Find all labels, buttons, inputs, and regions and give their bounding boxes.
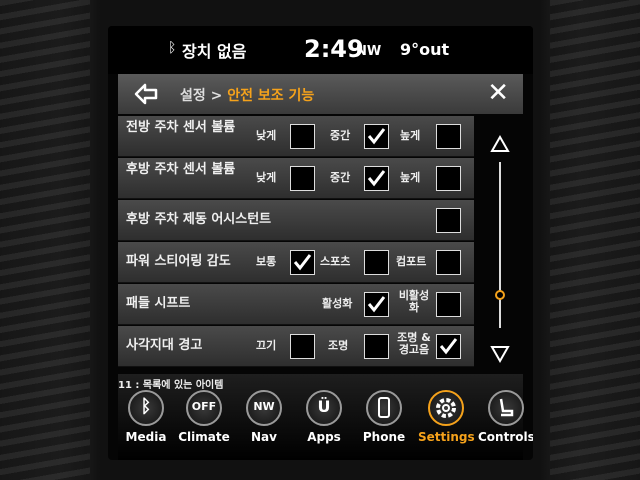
row-label: 사각지대 경고 bbox=[126, 338, 203, 353]
row-label: 후방 주차 제동 어시스턴트 bbox=[126, 212, 272, 227]
nav-label: Settings bbox=[418, 430, 475, 444]
nav-label: Climate bbox=[178, 430, 230, 444]
nav-phone[interactable]: Phone bbox=[356, 390, 412, 460]
checkbox-steering-comfort[interactable] bbox=[436, 250, 461, 275]
nav-label: Apps bbox=[307, 430, 341, 444]
nav-media[interactable]: ᛒ Media bbox=[118, 390, 174, 460]
checkbox-rear-mid[interactable] bbox=[364, 166, 389, 191]
row-label: 후방 주차 센서 볼륨 bbox=[126, 162, 236, 177]
page-header: 설정 > 안전 보조 기능 ✕ bbox=[118, 74, 523, 114]
checkbox-front-mid[interactable] bbox=[364, 124, 389, 149]
bluetooth-icon: ᛒ bbox=[168, 40, 177, 56]
checkbox-rear-low[interactable] bbox=[290, 166, 315, 191]
left-air-vent bbox=[0, 0, 90, 480]
scroll-down-icon[interactable] bbox=[490, 344, 510, 364]
nav-label: Media bbox=[125, 430, 167, 444]
check-icon bbox=[439, 338, 458, 355]
right-air-vent bbox=[550, 0, 640, 480]
row-label: 전방 주차 센서 볼륨 bbox=[126, 120, 236, 135]
climate-glyph: OFF bbox=[191, 400, 217, 413]
gear-icon bbox=[428, 390, 464, 426]
scroll-track[interactable] bbox=[499, 162, 501, 328]
back-arrow-icon[interactable] bbox=[132, 80, 160, 108]
check-icon bbox=[293, 254, 312, 271]
clock: 2:49 bbox=[304, 35, 364, 63]
bluetooth-status: 장치 없음 bbox=[182, 42, 247, 61]
checkbox-blindspot-off[interactable] bbox=[290, 334, 315, 359]
scroll-thumb[interactable] bbox=[495, 290, 505, 300]
nav-label: Phone bbox=[362, 430, 406, 444]
checkbox-steering-sport[interactable] bbox=[364, 250, 389, 275]
seat-icon bbox=[488, 390, 524, 426]
close-icon[interactable]: ✕ bbox=[487, 78, 509, 108]
option-label: 활성화 bbox=[322, 297, 353, 310]
breadcrumb: 설정 > 안전 보조 기능 bbox=[180, 85, 314, 105]
nav-glyph: NW bbox=[253, 400, 275, 413]
list-item-power-steering: 파워 스티어링 감도 보통 스포츠 컴포트 bbox=[118, 242, 474, 283]
option-label: 낮게 bbox=[256, 171, 277, 184]
row-label: 패들 시프트 bbox=[126, 296, 191, 311]
nav-label: Nav bbox=[251, 430, 277, 444]
option-label: 중간 bbox=[330, 129, 351, 142]
bluetooth-icon: ᛒ bbox=[128, 390, 164, 426]
option-label: 높게 bbox=[400, 129, 421, 142]
option-label: 중간 bbox=[330, 171, 351, 184]
nav-climate[interactable]: OFF Climate bbox=[176, 390, 232, 460]
check-icon bbox=[367, 296, 386, 313]
option-label: 높게 bbox=[400, 171, 421, 184]
bottom-nav: 11 : 목록에 있는 아이템 ᛒ Media OFF Climate NW N… bbox=[118, 374, 533, 460]
checkbox-paddle-off[interactable] bbox=[436, 292, 461, 317]
checkbox-blindspot-light-sound[interactable] bbox=[436, 334, 461, 359]
compass-direction: NW bbox=[356, 44, 382, 59]
checkbox-rear-high[interactable] bbox=[436, 166, 461, 191]
checkbox-front-low[interactable] bbox=[290, 124, 315, 149]
scrollbar[interactable] bbox=[480, 118, 520, 374]
scroll-up-icon[interactable] bbox=[490, 134, 510, 154]
nav-apps[interactable]: Ü Apps bbox=[296, 390, 352, 460]
nav-controls[interactable]: Controls bbox=[478, 390, 533, 460]
list-item-front-park-volume: 전방 주차 센서 볼륨 낮게 중간 높게 bbox=[118, 116, 474, 157]
checkbox-paddle-on[interactable] bbox=[364, 292, 389, 317]
option-label: 비활성화 bbox=[398, 289, 430, 314]
outside-temperature: 9°out bbox=[400, 40, 450, 59]
option-label: 조명 bbox=[328, 339, 349, 352]
checkbox-steering-normal[interactable] bbox=[290, 250, 315, 275]
option-label: 컴포트 bbox=[396, 255, 427, 268]
checkbox-front-high[interactable] bbox=[436, 124, 461, 149]
check-icon bbox=[367, 128, 386, 145]
dashboard-bezel: ᛒ 장치 없음 2:49 NW 9°out 설정 > 안전 보조 기능 ✕ 전방… bbox=[0, 0, 640, 480]
option-label: 스포츠 bbox=[320, 255, 351, 268]
checkbox-rear-brake-assist[interactable] bbox=[436, 208, 461, 233]
option-label: 조명 & 경고음 bbox=[397, 331, 431, 356]
option-label: 낮게 bbox=[256, 129, 277, 142]
option-label: 보통 bbox=[256, 255, 277, 268]
list-item-rear-park-volume: 후방 주차 센서 볼륨 낮게 중간 높게 bbox=[118, 158, 474, 199]
page-title: 안전 보조 기능 bbox=[227, 88, 315, 104]
breadcrumb-parent: 설정 > bbox=[180, 88, 228, 104]
nav-label: Controls bbox=[478, 430, 533, 444]
row-label: 파워 스티어링 감도 bbox=[126, 254, 231, 269]
settings-list: 전방 주차 센서 볼륨 낮게 중간 높게 후방 주차 센서 볼륨 낮게 중간 높… bbox=[118, 116, 474, 374]
phone-icon bbox=[366, 390, 402, 426]
nav-settings[interactable]: Settings bbox=[418, 390, 475, 460]
nav-nav[interactable]: NW Nav bbox=[236, 390, 292, 460]
nav-icon: NW bbox=[246, 390, 282, 426]
apps-glyph: Ü bbox=[317, 397, 331, 416]
list-item-paddle-shift: 패들 시프트 활성화 비활성화 bbox=[118, 284, 474, 325]
item-count: 11 : 목록에 있는 아이템 bbox=[118, 380, 224, 391]
status-bar: ᛒ 장치 없음 2:49 NW 9°out bbox=[108, 26, 533, 74]
infotainment-screen: ᛒ 장치 없음 2:49 NW 9°out 설정 > 안전 보조 기능 ✕ 전방… bbox=[108, 26, 533, 460]
off-icon: OFF bbox=[186, 390, 222, 426]
check-icon bbox=[367, 170, 386, 187]
apps-icon: Ü bbox=[306, 390, 342, 426]
list-item-rear-park-brake-assist: 후방 주차 제동 어시스턴트 bbox=[118, 200, 474, 241]
list-item-blind-spot: 사각지대 경고 끄기 조명 조명 & 경고음 bbox=[118, 326, 474, 367]
checkbox-blindspot-light[interactable] bbox=[364, 334, 389, 359]
option-label: 끄기 bbox=[256, 339, 277, 352]
